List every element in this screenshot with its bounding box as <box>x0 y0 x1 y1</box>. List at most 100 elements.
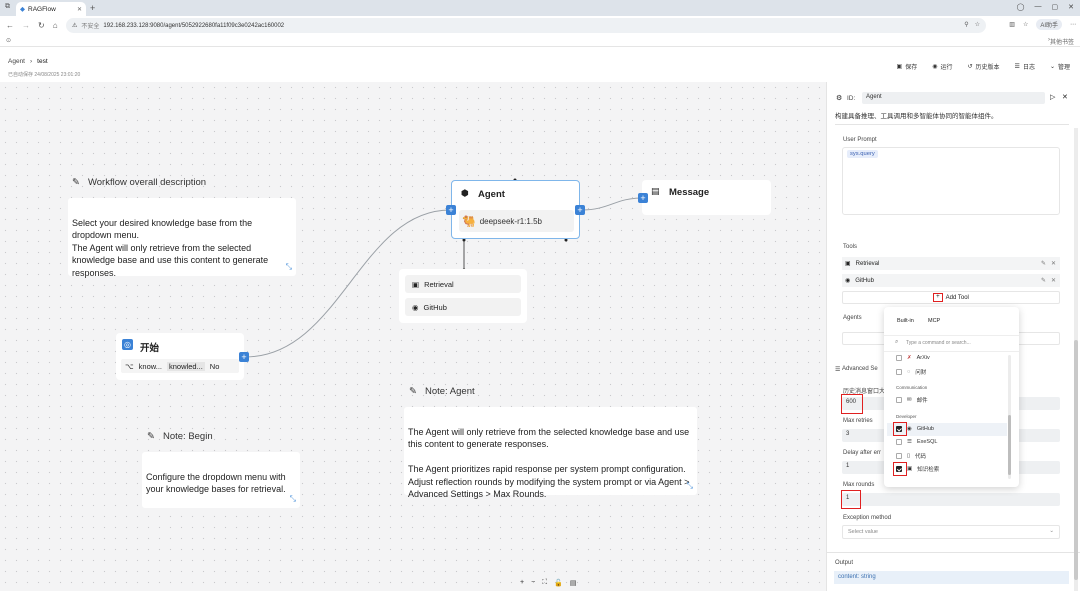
tool-row-github[interactable]: ◉ GitHub ✎ ✕ <box>842 274 1060 287</box>
remove-icon[interactable]: ✕ <box>1051 260 1056 267</box>
edit-icon[interactable]: ✎ <box>1041 277 1046 284</box>
model-icon: 🐫 <box>462 215 476 228</box>
folder-search-icon: ▣ <box>412 279 420 289</box>
tool-chip-github[interactable]: ◉ GitHub <box>405 298 521 316</box>
remove-icon[interactable]: ✕ <box>1051 277 1056 284</box>
message-node[interactable]: ▤ Message <box>642 180 771 215</box>
variable-tag[interactable]: sys.query <box>847 150 878 158</box>
tools-node[interactable]: ▣ Retrieval ◉ GitHub <box>399 269 527 323</box>
run-node-icon[interactable]: ▷ <box>1050 93 1055 101</box>
zoom-out-icon[interactable]: − <box>531 579 535 587</box>
search-icon: ⌕ <box>895 339 899 345</box>
edit-icon[interactable]: ✎ <box>1041 260 1046 267</box>
add-tool-button[interactable]: + Add Tool <box>842 291 1060 304</box>
advanced-toggle-icon[interactable]: ☰ <box>835 366 840 373</box>
github-icon: ◉ <box>907 426 912 432</box>
folder-search-icon: ▣ <box>845 261 851 267</box>
code-icon: ▯ <box>907 453 911 459</box>
agent-node[interactable]: ⬢ Agent 🐫 deepseek-r1:1.5b <box>451 180 580 239</box>
panel-scrollbar-thumb[interactable] <box>1074 340 1078 580</box>
variable-icon: ⌥ <box>125 361 134 371</box>
output-variable: content: string <box>834 571 1069 584</box>
edge-agent-message <box>580 197 643 211</box>
output-label: Output <box>835 560 854 566</box>
star-icon[interactable]: ☆ <box>975 21 980 28</box>
tool-option-wencai[interactable]: ◌ 问财 <box>896 368 926 376</box>
delay-label: Delay after err <box>843 450 882 456</box>
lock-icon[interactable]: 🔓 <box>554 579 563 587</box>
agent-model-chip: 🐫 deepseek-r1:1.5b <box>459 210 574 232</box>
note-icon: ✎ <box>147 431 155 442</box>
window-controls: ◯ — ▢ ✕ <box>1017 3 1074 11</box>
note-begin-body[interactable]: Configure the dropdown menu with your kn… <box>142 452 300 508</box>
log-button[interactable]: ☰ 日志 <box>1015 62 1035 71</box>
tool-option-code[interactable]: ▯ 代码 <box>896 452 926 460</box>
resize-handle-icon[interactable]: ⤡ <box>290 493 296 506</box>
database-icon: ☰ <box>907 439 912 445</box>
resize-handle-icon[interactable]: ⤡ <box>687 480 693 493</box>
begin-param-row: ⌥ know... knowled... No <box>121 359 239 373</box>
note-agent-title: ✎ Note: Agent <box>409 386 475 397</box>
manage-button[interactable]: ⌄ 管理 <box>1050 62 1070 71</box>
tab-builtin[interactable]: Built-in <box>897 318 914 324</box>
dropdown-scrollbar-thumb[interactable] <box>1008 415 1011 475</box>
fit-view-icon[interactable]: ⛶ <box>542 579 547 587</box>
divider <box>835 124 1069 125</box>
tab-mcp[interactable]: MCP <box>928 318 940 324</box>
agent-output-handle[interactable]: + <box>575 205 585 215</box>
tool-option-exesql[interactable]: ☰ ExeSQL <box>896 439 937 445</box>
profile-icon[interactable]: ◯ <box>1017 3 1025 11</box>
favorites-icon[interactable]: ☆ <box>1023 21 1028 28</box>
other-bookmarks[interactable]: 其他书签 <box>1050 37 1074 46</box>
agent-input-handle[interactable]: + <box>446 205 456 215</box>
message-input-handle[interactable]: + <box>638 193 648 203</box>
checkbox[interactable] <box>896 397 902 403</box>
checkbox[interactable] <box>896 453 902 459</box>
user-prompt-editor[interactable]: sys.query <box>842 147 1060 215</box>
tool-row-retrieval[interactable]: ▣ Retrieval ✎ ✕ <box>842 257 1060 270</box>
max-rounds-input[interactable]: 1 <box>842 493 1060 506</box>
run-button[interactable]: ◉ 运行 <box>932 62 952 71</box>
tool-chip-retrieval[interactable]: ▣ Retrieval <box>405 275 521 293</box>
note-icon: ✎ <box>72 177 80 188</box>
maximize-icon[interactable]: ▢ <box>1052 3 1059 11</box>
tool-search-input[interactable]: Type a command or search... <box>906 340 971 346</box>
history-button[interactable]: ↺ 历史版本 <box>968 62 1000 71</box>
begin-node[interactable]: ◎ 开始 ⌥ know... knowled... No <box>116 333 244 380</box>
note-agent-body[interactable]: The Agent will only retrieve from the se… <box>404 407 697 499</box>
checkbox[interactable] <box>896 369 902 375</box>
ai-assistant-button[interactable]: AI助手 <box>1036 19 1062 30</box>
header-actions: ▣ 保存 ◉ 运行 ↺ 历史版本 ☰ 日志 ⌄ 管理 <box>897 62 1070 71</box>
close-window-icon[interactable]: ✕ <box>1068 3 1074 11</box>
workflow-note-body[interactable]: Select your desired knowledge base from … <box>68 198 296 278</box>
zoom-in-icon[interactable]: + <box>520 579 524 587</box>
begin-output-handle[interactable]: + <box>239 352 249 362</box>
agent-settings-icon: ⚙ <box>836 95 843 102</box>
split-icon[interactable]: ▥ <box>1009 21 1015 28</box>
begin-node-title: 开始 <box>140 343 160 354</box>
note-icon: ✎ <box>409 386 417 397</box>
minimize-icon[interactable]: — <box>1035 3 1042 11</box>
github-icon: ◉ <box>845 278 851 284</box>
resize-handle-icon[interactable]: ⤡ <box>286 261 292 274</box>
key-icon[interactable]: ⚲ <box>964 21 968 28</box>
message-node-title: Message <box>669 187 710 198</box>
highlight-box <box>841 490 861 509</box>
email-icon: ✉ <box>907 397 912 403</box>
menu-icon[interactable]: ⋯ <box>1070 21 1076 28</box>
checkbox[interactable] <box>896 355 902 361</box>
save-button[interactable]: ▣ 保存 <box>897 62 918 71</box>
folder-search-icon: ▣ <box>907 466 913 472</box>
exception-select[interactable]: Select value ⌄ <box>842 525 1060 539</box>
close-panel-icon[interactable]: ✕ <box>1062 93 1068 101</box>
tools-label: Tools <box>843 244 858 250</box>
checkbox[interactable] <box>896 439 902 445</box>
max-retries-label: Max retries <box>843 418 873 424</box>
tool-option-email[interactable]: ✉ 邮件 <box>896 396 928 404</box>
divider <box>884 351 1019 352</box>
tool-picker-dropdown: Built-in MCP ⌕ Type a command or search.… <box>884 307 1019 487</box>
minimap-icon[interactable]: ▤ <box>570 579 577 587</box>
divider <box>884 335 1019 336</box>
id-input[interactable]: Agent <box>862 92 1045 104</box>
tool-option-arxiv[interactable]: ✗ ArXiv <box>896 355 930 361</box>
